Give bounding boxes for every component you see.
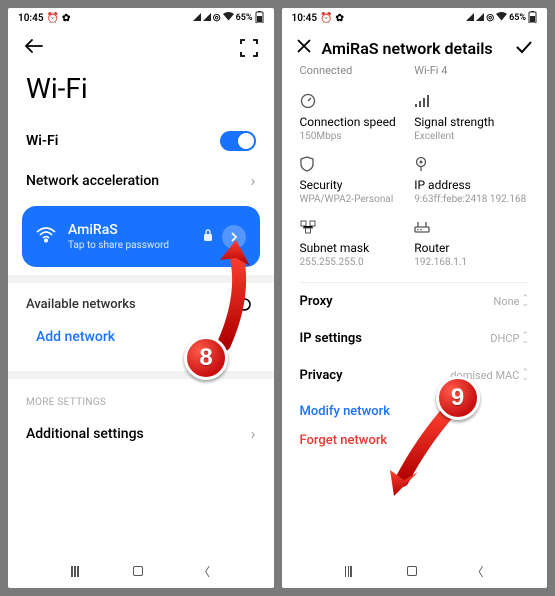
battery-icon [528,11,537,26]
alarm-icon: ⏰ [47,13,59,24]
wifi-status-icon [223,12,234,24]
proxy-value: None [493,295,519,308]
signal-icon [466,13,474,24]
chevron-right-icon: › [251,424,256,443]
network-acceleration-label[interactable]: Network acceleration [26,173,159,189]
refresh-icon[interactable] [234,293,256,315]
battery-text: 65% [236,13,253,23]
status-time: 10:45 [292,13,318,24]
signal-icon [193,13,201,24]
phone-right: 10:45 ⏰ ✿ ◎ 65% AmiRaS network details C… [282,8,548,588]
router-value: 192.168.1.1 [414,257,529,268]
updown-icon: ⌃⌄ [521,371,529,381]
updown-icon: ⌃⌄ [521,334,529,344]
shield-icon [300,156,415,172]
nav-home-icon[interactable] [133,566,143,576]
gear-icon: ✿ [336,13,344,24]
connected-network-name: AmiRaS [68,222,202,238]
signal-strength-icon [414,93,529,109]
security-value: WPA/WPA2-Personal [300,194,415,205]
additional-settings-label[interactable]: Additional settings [26,426,144,442]
nav-home-icon[interactable] [407,566,417,576]
ip-settings-value: DHCP [490,332,519,345]
forget-network-button[interactable]: Forget network [282,423,548,458]
status-bar: 10:45 ⏰ ✿ ◎ 65% [8,8,274,28]
network-details-button[interactable] [222,225,246,249]
phone-left: 10:45 ⏰ ✿ ◎ 65% Wi-Fi [8,8,274,588]
chevron-right-icon: › [251,171,256,190]
annotation-badge-8: 8 [184,336,228,380]
speed-label: Connection speed [300,115,415,129]
router-label: Router [414,241,529,255]
privacy-row[interactable]: Privacy domised MAC⌃⌄ [282,357,548,394]
lock-icon [202,227,214,246]
nav-recent-icon[interactable] [71,566,78,577]
nav-bar: 〈 [282,554,548,588]
more-settings-header: MORE SETTINGS [8,379,274,414]
ip-settings-row[interactable]: IP settings DHCP⌃⌄ [282,320,548,357]
battery-icon [255,11,264,26]
router-icon [414,219,529,235]
back-arrow-icon[interactable] [24,38,44,58]
nav-back-icon[interactable]: 〈 [198,563,210,580]
battery-text: 65% [509,13,526,23]
wifi-toggle-label: Wi-Fi [26,133,58,149]
page-title: Wi-Fi [8,64,274,121]
wifi-generation: Wi-Fi 4 [414,64,529,77]
status-bar: 10:45 ⏰ ✿ ◎ 65% [282,8,548,28]
add-network-button[interactable]: Add network [8,317,274,363]
gear-icon: ✿ [62,13,70,24]
alarm-icon: ⏰ [320,13,332,24]
speed-icon [300,93,415,109]
connection-status: Connected [300,64,415,77]
ip-settings-label: IP settings [300,331,362,346]
proxy-label: Proxy [300,294,333,309]
proxy-row[interactable]: Proxy None⌃⌄ [282,283,548,320]
privacy-label: Privacy [300,368,343,383]
nav-bar: 〈 [8,554,274,588]
updown-icon: ⌃⌄ [521,297,529,307]
nav-back-icon[interactable]: 〈 [472,563,484,580]
location-icon [414,156,529,172]
nfc-icon: ◎ [486,13,494,23]
nav-recent-icon[interactable] [345,566,352,577]
annotation-badge-9: 9 [436,376,480,420]
signal-value: Excellent [414,131,529,142]
modify-network-button[interactable]: Modify network [282,394,548,423]
signal-icon [203,13,211,24]
detail-title: AmiRaS network details [322,39,506,58]
close-icon[interactable] [296,38,312,58]
subnet-icon [300,219,415,235]
available-networks-label: Available networks [26,297,136,312]
wifi-status-icon [496,12,507,24]
connected-network-card[interactable]: AmiRaS Tap to share password [22,206,260,267]
signal-label: Signal strength [414,115,529,129]
qr-scan-icon[interactable] [240,39,258,57]
security-label: Security [300,178,415,192]
speed-value: 150Mbps [300,131,415,142]
wifi-toggle[interactable] [220,131,256,151]
status-time: 10:45 [18,13,44,24]
connected-network-sub: Tap to share password [68,240,202,251]
nfc-icon: ◎ [213,13,221,23]
subnet-value: 255.255.255.0 [300,257,415,268]
signal-icon [476,13,484,24]
wifi-icon [36,227,56,247]
subnet-label: Subnet mask [300,241,415,255]
ip-label: IP address [414,178,529,192]
check-icon[interactable] [515,39,533,58]
ip-value: 9:63ff:febe:2418 192.168 [414,194,529,205]
